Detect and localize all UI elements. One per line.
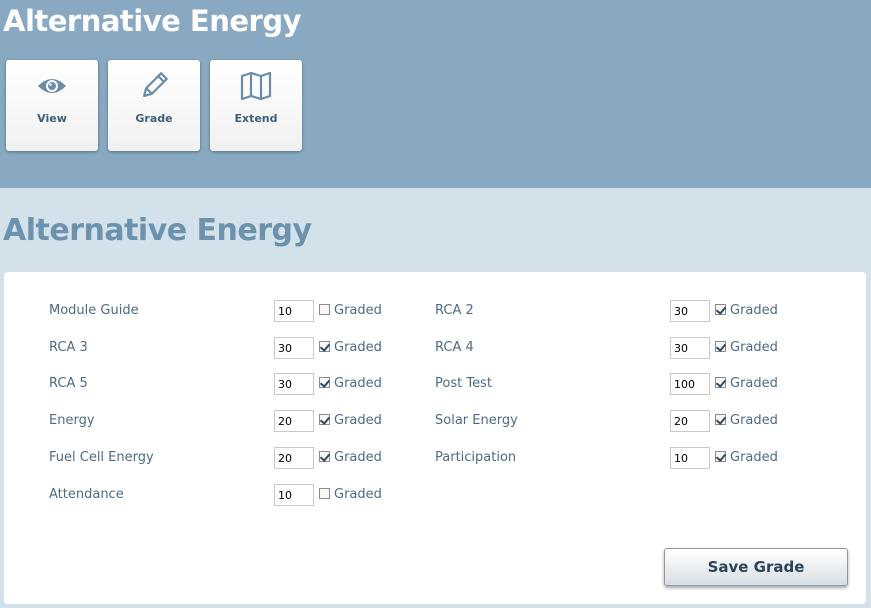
grade-button-label: Grade bbox=[135, 112, 173, 125]
graded-label: Graded bbox=[334, 303, 382, 318]
points-input[interactable] bbox=[274, 337, 314, 359]
graded-label: Graded bbox=[730, 413, 778, 428]
graded-label: Graded bbox=[334, 413, 382, 428]
graded-checkbox[interactable] bbox=[319, 377, 330, 388]
item-label: RCA 4 bbox=[435, 340, 474, 355]
grade-row-rca-2: RCA 2 Graded bbox=[435, 300, 790, 322]
graded-label: Graded bbox=[730, 376, 778, 391]
points-input[interactable] bbox=[670, 447, 710, 469]
points-input[interactable] bbox=[274, 373, 314, 395]
points-input[interactable] bbox=[670, 300, 710, 322]
item-label: Solar Energy bbox=[435, 413, 518, 428]
graded-checkbox[interactable] bbox=[319, 451, 330, 462]
view-button[interactable]: View bbox=[6, 60, 98, 151]
grade-panel: Module Guide Graded RCA 3 Graded RCA 5 G… bbox=[4, 272, 866, 604]
grade-button[interactable]: Grade bbox=[108, 60, 200, 151]
graded-checkbox[interactable] bbox=[319, 341, 330, 352]
map-icon bbox=[210, 70, 302, 102]
eye-icon bbox=[6, 70, 98, 102]
grade-row-solar-energy: Solar Energy Graded bbox=[435, 410, 790, 432]
points-input[interactable] bbox=[670, 410, 710, 432]
item-label: RCA 3 bbox=[49, 340, 88, 355]
grade-row-module-guide: Module Guide Graded bbox=[49, 300, 394, 322]
item-label: Module Guide bbox=[49, 303, 139, 318]
save-grade-button[interactable]: Save Grade bbox=[664, 548, 848, 586]
grade-row-attendance: Attendance Graded bbox=[49, 484, 394, 506]
item-label: Post Test bbox=[435, 376, 492, 391]
item-label: Attendance bbox=[49, 487, 124, 502]
app-title: Alternative Energy bbox=[3, 4, 302, 38]
points-input[interactable] bbox=[274, 300, 314, 322]
points-input[interactable] bbox=[274, 410, 314, 432]
grade-row-participation: Participation Graded bbox=[435, 447, 790, 469]
grade-row-energy: Energy Graded bbox=[49, 410, 394, 432]
item-label: Fuel Cell Energy bbox=[49, 450, 154, 465]
item-label: RCA 2 bbox=[435, 303, 474, 318]
item-label: Energy bbox=[49, 413, 95, 428]
points-input[interactable] bbox=[274, 447, 314, 469]
graded-label: Graded bbox=[730, 303, 778, 318]
graded-checkbox[interactable] bbox=[319, 488, 330, 499]
header-banner: Alternative Energy View Grade Extend bbox=[0, 0, 871, 188]
graded-checkbox[interactable] bbox=[715, 304, 726, 315]
pencil-icon bbox=[108, 70, 200, 102]
extend-button-label: Extend bbox=[234, 112, 278, 125]
grade-row-post-test: Post Test Graded bbox=[435, 373, 790, 395]
grade-row-rca-4: RCA 4 Graded bbox=[435, 337, 790, 359]
view-button-label: View bbox=[37, 112, 67, 125]
grade-row-fuel-cell-energy: Fuel Cell Energy Graded bbox=[49, 447, 394, 469]
points-input[interactable] bbox=[670, 337, 710, 359]
graded-checkbox[interactable] bbox=[319, 304, 330, 315]
graded-label: Graded bbox=[334, 376, 382, 391]
graded-checkbox[interactable] bbox=[715, 377, 726, 388]
page-heading: Alternative Energy bbox=[3, 213, 312, 248]
points-input[interactable] bbox=[670, 373, 710, 395]
item-label: RCA 5 bbox=[49, 376, 88, 391]
graded-checkbox[interactable] bbox=[715, 341, 726, 352]
graded-checkbox[interactable] bbox=[319, 414, 330, 425]
grade-row-rca-3: RCA 3 Graded bbox=[49, 337, 394, 359]
graded-checkbox[interactable] bbox=[715, 414, 726, 425]
graded-label: Graded bbox=[334, 450, 382, 465]
extend-button[interactable]: Extend bbox=[210, 60, 302, 151]
graded-label: Graded bbox=[334, 487, 382, 502]
graded-checkbox[interactable] bbox=[715, 451, 726, 462]
graded-label: Graded bbox=[334, 340, 382, 355]
grade-row-rca-5: RCA 5 Graded bbox=[49, 373, 394, 395]
graded-label: Graded bbox=[730, 340, 778, 355]
item-label: Participation bbox=[435, 450, 517, 465]
points-input[interactable] bbox=[274, 484, 314, 506]
graded-label: Graded bbox=[730, 450, 778, 465]
